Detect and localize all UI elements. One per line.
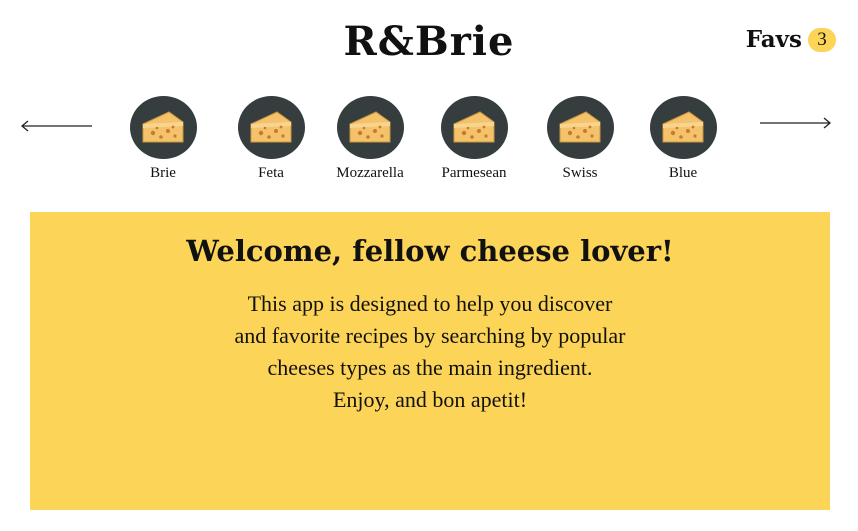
cheese-icon <box>237 96 305 159</box>
welcome-title: Welcome, fellow cheese lover! <box>186 234 674 268</box>
cheese-icon <box>129 96 197 159</box>
welcome-line: This app is designed to help you discove… <box>247 291 613 316</box>
arrow-left-icon[interactable] <box>20 118 94 138</box>
welcome-line: Enjoy, and bon apetit! <box>332 387 528 412</box>
arrow-right-icon[interactable] <box>760 115 834 135</box>
cheese-label: Mozzarella <box>336 165 404 181</box>
cheese-label: Swiss <box>562 165 598 181</box>
cheese-item-swiss[interactable]: Swiss <box>525 96 635 182</box>
welcome-line: and favorite recipes by searching by pop… <box>234 323 626 348</box>
cheese-label: Parmesean <box>441 165 507 181</box>
favorites-count-badge: 3 <box>808 27 836 52</box>
cheese-item-parmesean[interactable]: Parmesean <box>419 96 529 182</box>
cheese-item-mozzarella[interactable]: Mozzarella <box>315 96 425 182</box>
app-logo[interactable]: R&Brie <box>0 18 858 65</box>
cheese-item-blue[interactable]: Blue <box>628 96 738 182</box>
cheese-label: Brie <box>150 165 176 181</box>
cheese-label: Blue <box>668 165 698 181</box>
cheese-icon <box>440 96 508 159</box>
favorites-button[interactable]: Favs 3 <box>746 26 836 53</box>
welcome-text: This app is designed to help you discove… <box>30 288 830 416</box>
favorites-label: Favs <box>745 26 802 53</box>
cheese-label: Feta <box>258 165 284 181</box>
cheese-icon <box>546 96 614 159</box>
cheese-item-brie[interactable]: Brie <box>108 96 218 182</box>
welcome-panel: Welcome, fellow cheese lover! This app i… <box>30 212 830 510</box>
welcome-line: cheeses types as the main ingredient. <box>267 355 593 380</box>
cheese-icon <box>649 96 717 159</box>
cheese-icon <box>336 96 404 159</box>
cheese-item-feta[interactable]: Feta <box>216 96 326 182</box>
